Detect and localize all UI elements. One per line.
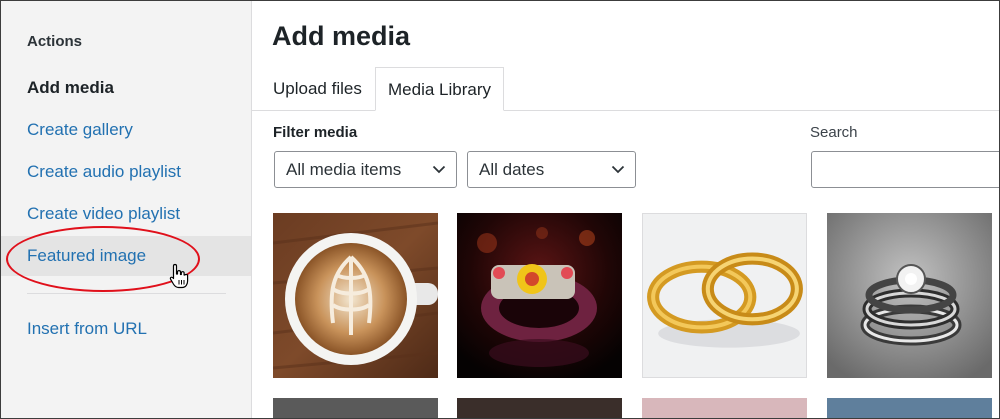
sidebar-item-create-gallery[interactable]: Create gallery (1, 110, 251, 150)
chevron-down-icon (611, 152, 625, 187)
media-modal: Actions Add media Create gallery Create … (0, 0, 1000, 419)
media-thumbnail-jeweled-ring[interactable] (457, 213, 622, 378)
search-input[interactable] (811, 151, 999, 188)
media-thumbnail-partial[interactable] (827, 398, 992, 418)
media-date-select[interactable]: All dates (467, 151, 636, 188)
media-thumbnail-partial[interactable] (642, 398, 807, 418)
media-thumbnail-coffee[interactable] (273, 213, 438, 378)
sidebar-item-insert-from-url[interactable]: Insert from URL (1, 309, 251, 349)
media-type-select[interactable]: All media items (274, 151, 457, 188)
tab-upload-files[interactable]: Upload files (261, 67, 374, 111)
search-label: Search (810, 124, 858, 141)
media-type-select-value: All media items (286, 160, 402, 179)
filter-media-label: Filter media (273, 124, 358, 141)
media-actions-sidebar: Actions Add media Create gallery Create … (1, 1, 252, 418)
sidebar-item-create-audio-playlist[interactable]: Create audio playlist (1, 152, 251, 192)
media-thumbnail-partial[interactable] (273, 398, 438, 418)
media-thumbnail-diamond-rings[interactable] (827, 213, 992, 378)
sidebar-separator (27, 293, 226, 294)
sidebar-item-add-media[interactable]: Add media (1, 68, 251, 108)
sidebar-heading: Actions (27, 33, 83, 50)
sidebar-item-create-video-playlist[interactable]: Create video playlist (1, 194, 251, 234)
media-thumbnail-partial[interactable] (457, 398, 622, 418)
hand-pointer-cursor-icon (169, 263, 189, 289)
chevron-down-icon (432, 152, 446, 187)
media-thumbnail-gold-rings[interactable] (642, 213, 807, 378)
media-main-panel: Add media Upload files Media Library Fil… (252, 1, 999, 418)
media-date-select-value: All dates (479, 160, 545, 179)
tab-media-library[interactable]: Media Library (375, 67, 504, 111)
sidebar-item-featured-image[interactable]: Featured image (1, 236, 251, 276)
page-title: Add media (272, 21, 411, 51)
